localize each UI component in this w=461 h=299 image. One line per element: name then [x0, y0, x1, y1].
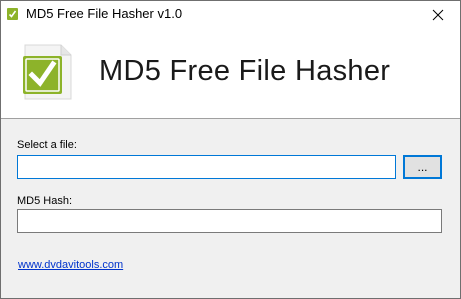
file-path-input[interactable] — [17, 155, 396, 179]
header-banner: MD5 Free File Hasher — [1, 28, 460, 119]
md5-hash-field[interactable] — [17, 209, 442, 233]
website-link[interactable]: www.dvdavitools.com — [18, 259, 123, 271]
close-button[interactable] — [415, 1, 460, 28]
md5-hash-label: MD5 Hash: — [17, 195, 73, 207]
title-bar: MD5 Free File Hasher v1.0 — [1, 1, 460, 28]
close-icon — [432, 9, 443, 20]
document-check-icon — [23, 44, 72, 100]
app-heading: MD5 Free File Hasher — [99, 55, 391, 87]
app-window: MD5 Free File Hasher v1.0 MD5 Free File … — [0, 0, 461, 299]
select-file-label: Select a file: — [17, 139, 77, 151]
app-icon — [7, 8, 18, 20]
window-title: MD5 Free File Hasher v1.0 — [26, 6, 183, 21]
browse-button[interactable]: ... — [403, 155, 442, 179]
